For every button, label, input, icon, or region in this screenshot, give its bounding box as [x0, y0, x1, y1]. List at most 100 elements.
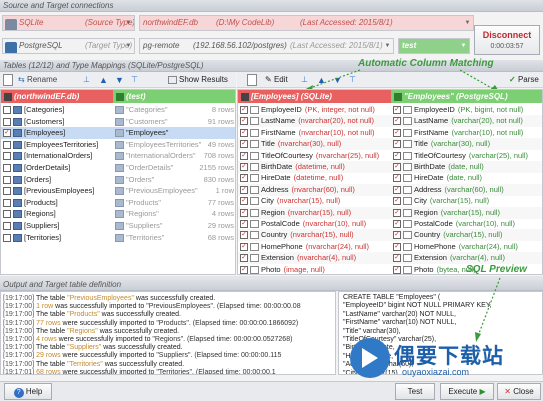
column-checkbox[interactable]: ✓ — [393, 106, 401, 115]
execute-button[interactable]: Execute ▶ — [440, 383, 494, 400]
row-count: 29 rows — [207, 221, 234, 230]
column-checkbox[interactable]: ✓ — [393, 185, 401, 194]
column-row[interactable]: ✓ BirthDate (datetime, null) ✓ BirthDate (dat… — [238, 161, 542, 173]
column-checkbox[interactable]: ✓ — [240, 231, 248, 240]
column-checkbox[interactable]: ✓ — [240, 185, 248, 194]
table-row[interactable]: [PreviousEmployees] "PreviousEmployees" 1 … — [1, 185, 235, 197]
database-icon — [116, 92, 124, 101]
column-checkbox[interactable]: ✓ — [393, 197, 401, 206]
source-db-type-select[interactable]: SQLite (Source Type) ▼ — [2, 15, 135, 31]
table-row[interactable]: [InternationalOrders] "InternationalOrder… — [1, 150, 235, 162]
column-checkbox[interactable]: ✓ — [393, 163, 401, 172]
table-properties-icon[interactable] — [3, 74, 13, 86]
move-first-button[interactable]: ⊥ — [83, 74, 90, 86]
column-checkbox[interactable]: ✓ — [240, 151, 248, 160]
table-checkbox[interactable] — [3, 152, 11, 161]
column-icon — [403, 220, 412, 229]
table-row[interactable]: [Territories] "Territories" 68 rows — [1, 232, 235, 244]
column-checkbox[interactable]: ✓ — [393, 231, 401, 240]
column-checkbox[interactable]: ✓ — [240, 197, 248, 206]
table-icon — [115, 106, 124, 115]
column-checkbox[interactable]: ✓ — [393, 140, 401, 149]
rename-button[interactable]: ⇆ Rename — [18, 74, 57, 86]
column-checkbox[interactable]: ✓ — [393, 174, 401, 183]
column-checkbox[interactable]: ✓ — [240, 220, 248, 229]
table-row[interactable]: [Customers] "Customers" 91 rows — [1, 116, 235, 128]
column-row[interactable]: ✓ FirstName (nvarchar(10), not null) ✓ First… — [238, 127, 542, 139]
table-row[interactable]: [Categories] "Categories" 8 rows — [1, 104, 235, 116]
table-row[interactable]: ✓ [Employees] "Employees" — [1, 127, 235, 140]
column-checkbox[interactable]: ✓ — [240, 117, 248, 126]
column-row[interactable]: ✓ EmployeeID (PK, integer, not null) ✓ Emplo… — [238, 104, 542, 116]
source-db-column-header[interactable]: (northwindEF.db) — [1, 90, 113, 103]
source-column-type: (nvarchar(4), null) — [296, 253, 357, 263]
column-checkbox[interactable]: ✓ — [240, 208, 248, 217]
column-checkbox[interactable]: ✓ — [393, 151, 401, 160]
target-column-name: Address — [414, 184, 442, 194]
target-schema-select[interactable]: test ▼ — [398, 38, 470, 54]
table-checkbox[interactable] — [3, 233, 11, 242]
column-row[interactable]: ✓ HireDate (datetime, null) ✓ HireDate (date,… — [238, 172, 542, 184]
table-icon — [115, 187, 124, 196]
table-checkbox[interactable] — [3, 187, 11, 196]
table-checkbox[interactable]: ✓ — [3, 129, 11, 138]
test-button[interactable]: Test — [395, 383, 435, 400]
target-db-type-select[interactable]: PostgreSQL (Target Type) ▼ — [2, 38, 135, 54]
column-checkbox[interactable]: ✓ — [393, 220, 401, 229]
table-row[interactable]: [Orders] "Orders" 830 rows — [1, 174, 235, 186]
table-checkbox[interactable] — [3, 210, 11, 219]
column-properties-icon[interactable] — [247, 74, 257, 86]
column-row[interactable]: ✓ Country (nvarchar(15), null) ✓ Country (var… — [238, 229, 542, 242]
column-checkbox[interactable]: ✓ — [393, 242, 401, 251]
table-row[interactable]: [Regions] "Regions" 4 rows — [1, 208, 235, 220]
table-checkbox[interactable] — [3, 140, 11, 149]
column-checkbox[interactable]: ✓ — [393, 265, 401, 274]
target-table-column-header[interactable]: "Employees" (PostgreSQL) — [391, 90, 542, 103]
table-checkbox[interactable] — [3, 164, 11, 173]
target-db-column-header[interactable]: (test) — [113, 90, 235, 103]
table-checkbox[interactable] — [3, 106, 11, 115]
table-checkbox[interactable] — [3, 175, 11, 184]
column-row[interactable]: ✓ Address (nvarchar(60), null) ✓ Address (var… — [238, 183, 542, 196]
table-checkbox[interactable] — [3, 198, 11, 207]
column-checkbox[interactable]: ✓ — [393, 254, 401, 263]
column-row[interactable]: ✓ LastName (nvarchar(20), not null) ✓ LastNa… — [238, 115, 542, 128]
show-results-toggle[interactable]: Show Results — [168, 74, 228, 86]
table-row[interactable]: [EmployeesTerritories] "EmployeesTerritor… — [1, 139, 235, 151]
column-row[interactable]: ✓ HomePhone (nvarchar(24), null) ✓ HomePhone… — [238, 241, 542, 253]
table-row[interactable]: [OrderDetails] "OrderDetails" 2155 rows — [1, 162, 235, 174]
source-table-cell: ✓ [Employees] — [1, 127, 113, 139]
edit-button[interactable]: ✎ Edit — [265, 74, 288, 86]
table-row[interactable]: [Products] "Products" 77 rows — [1, 197, 235, 209]
column-row[interactable]: ✓ PostalCode (nvarchar(10), null) ✓ PostalCo… — [238, 218, 542, 230]
table-checkbox[interactable] — [3, 222, 11, 231]
column-checkbox[interactable]: ✓ — [240, 128, 248, 137]
column-checkbox[interactable]: ✓ — [240, 163, 248, 172]
source-table-column-header[interactable]: [Employees] (SQLite) — [238, 90, 391, 103]
move-up-button[interactable]: ▲ — [99, 74, 108, 86]
column-row[interactable]: ✓ Title (nvarchar(30), null) ✓ Title (varchar… — [238, 138, 542, 151]
disconnect-button[interactable]: Disconnect 0:00:03:57 — [474, 25, 540, 55]
target-column-cell: ✓ FirstName (varchar(10), not null) — [391, 127, 542, 139]
column-checkbox[interactable]: ✓ — [393, 208, 401, 217]
column-checkbox[interactable]: ✓ — [240, 265, 248, 274]
table-checkbox[interactable] — [3, 117, 11, 126]
column-row[interactable]: ✓ Region (nvarchar(15), null) ✓ Region (varch… — [238, 206, 542, 219]
help-button[interactable]: ? Help — [4, 383, 52, 400]
column-checkbox[interactable]: ✓ — [240, 254, 248, 263]
column-checkbox[interactable]: ✓ — [393, 117, 401, 126]
source-file-select[interactable]: northwindEF.db (D:\My CodeLib) (Last Acc… — [139, 15, 474, 31]
move-down-button[interactable]: ▼ — [115, 74, 124, 86]
column-checkbox[interactable]: ✓ — [240, 106, 248, 115]
column-checkbox[interactable]: ✓ — [240, 174, 248, 183]
column-checkbox[interactable]: ✓ — [240, 242, 248, 251]
column-checkbox[interactable]: ✓ — [240, 140, 248, 149]
column-row[interactable]: ✓ TitleOfCourtesy (nvarchar(25), null) ✓ Tit… — [238, 150, 542, 162]
column-row[interactable]: ✓ Extension (nvarchar(4), null) ✓ Extension(… — [238, 252, 542, 265]
move-last-button[interactable]: ⊤ — [131, 74, 138, 86]
column-row[interactable]: ✓ City (nvarchar(15), null) ✓ City (varchar(1… — [238, 195, 542, 207]
target-connection-select[interactable]: pg-remote (192.168.56.102/postgres) (Las… — [139, 38, 394, 54]
close-button[interactable]: ✕ Close — [497, 383, 541, 400]
table-row[interactable]: [Suppliers] "Suppliers" 29 rows — [1, 220, 235, 232]
column-checkbox[interactable]: ✓ — [393, 128, 401, 137]
